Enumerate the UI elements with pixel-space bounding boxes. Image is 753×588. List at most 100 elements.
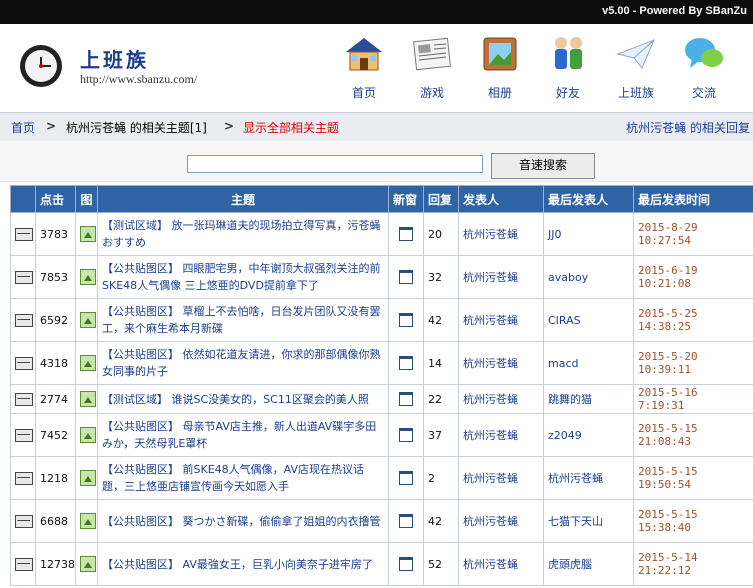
- topic-tag[interactable]: 【公共贴图区】: [102, 348, 179, 361]
- clock-logo-icon[interactable]: [20, 45, 62, 87]
- topic-title-cell[interactable]: 【测试区域】 放一张玛琳道夫的现场拍立得写真，污苍蝇おすすめ: [97, 212, 389, 256]
- last-post-time: 2015-5-16 7:19:31: [633, 384, 753, 414]
- envelope-icon: [15, 428, 33, 442]
- site-header: 上班族 http://www.sbanzu.com/ 首页 游戏 相册 好友 上…: [0, 24, 753, 112]
- author-link[interactable]: 杭州污苍蝇: [458, 298, 544, 342]
- topic-tag[interactable]: 【公共贴图区】: [102, 262, 179, 275]
- table-row: 4318 【公共贴图区】 依然如花道友请进，你求的那部偶像你熟女同事的片子 14 杭州…: [10, 341, 753, 385]
- reply-count: 2: [423, 456, 459, 500]
- new-window-icon[interactable]: [399, 227, 413, 241]
- reply-count: 37: [423, 413, 459, 457]
- last-post-time: 2015-5-15 21:08:43: [633, 413, 753, 457]
- author-link[interactable]: 杭州污苍蝇: [458, 384, 544, 414]
- topic-tag[interactable]: 【公共贴图区】: [102, 305, 179, 318]
- show-all-topics-link[interactable]: 显示全部相关主题: [243, 119, 339, 136]
- topic-tag[interactable]: 【公共贴图区】: [102, 515, 179, 528]
- table-row: 7452 【公共贴图区】 母亲节AV店主推，新人出道AV碟宇多田みか，天然母乳E罩…: [10, 413, 753, 457]
- nav-friends[interactable]: 好友: [538, 34, 598, 101]
- reply-count: 22: [423, 384, 459, 414]
- reply-count: 42: [423, 499, 459, 543]
- last-poster-link[interactable]: 虎頭虎腦: [543, 542, 634, 586]
- topics-table: 点击 图 主题 新窗 回复 发表人 最后发表人 最后发表时间 3783 【测试区域…: [10, 185, 753, 586]
- last-poster-link[interactable]: 跳舞的猫: [543, 384, 634, 414]
- nav-label: 游戏: [419, 86, 444, 100]
- author-link[interactable]: 杭州污苍蝇: [458, 255, 544, 299]
- topic-title-cell[interactable]: 【公共贴图区】 AV最強女王，巨乳小向美奈子进牢房了: [97, 542, 389, 586]
- table-row: 6592 【公共贴图区】 草榴上不去怕啥，日台发片团队又没有罢工，来个麻生希本月新…: [10, 298, 753, 342]
- author-link[interactable]: 杭州污苍蝇: [458, 499, 544, 543]
- author-link[interactable]: 杭州污苍蝇: [458, 542, 544, 586]
- paper-plane-icon: [614, 34, 658, 74]
- breadcrumb-home[interactable]: 首页: [11, 119, 35, 136]
- topic-title[interactable]: AV最強女王，巨乳小向美奈子进牢房了: [183, 558, 373, 571]
- author-link[interactable]: 杭州污苍蝇: [458, 212, 544, 256]
- topic-tag[interactable]: 【测试区域】: [102, 393, 168, 406]
- last-post-time: 2015-6-19 10:21:08: [633, 255, 753, 299]
- author-link[interactable]: 杭州污苍蝇: [458, 341, 544, 385]
- author-link[interactable]: 杭州污苍蝇: [458, 413, 544, 457]
- breadcrumb-current: 杭州污苍蝇 的相关主题[1]: [66, 121, 207, 135]
- topic-tag[interactable]: 【公共贴图区】: [102, 463, 179, 476]
- click-count: 4318: [35, 341, 76, 385]
- house-icon: [342, 34, 386, 74]
- reply-count: 52: [423, 542, 459, 586]
- topic-title-cell[interactable]: 【公共贴图区】 四眼肥宅男，中年谢顶大叔强烈关注的前SKE48人气偶像 三上悠亜…: [97, 255, 389, 299]
- nav-album[interactable]: 相册: [470, 34, 530, 101]
- topic-tag[interactable]: 【测试区域】: [102, 219, 168, 232]
- last-poster-link[interactable]: JJ0: [543, 212, 634, 256]
- topic-title-cell[interactable]: 【公共贴图区】 依然如花道友请进，你求的那部偶像你熟女同事的片子: [97, 341, 389, 385]
- site-name[interactable]: 上班族: [80, 44, 149, 73]
- image-icon: [80, 513, 96, 529]
- breadcrumb-separator: >: [224, 119, 235, 133]
- envelope-icon: [15, 227, 33, 241]
- image-icon: [80, 269, 96, 285]
- topic-tag[interactable]: 【公共贴图区】: [102, 558, 179, 571]
- table-header-row: 点击 图 主题 新窗 回复 发表人 最后发表人 最后发表时间: [10, 185, 753, 213]
- new-window-icon[interactable]: [399, 557, 413, 571]
- table-row: 1218 【公共贴图区】 前SKE48人气偶像，AV店现在热议话题，三上悠亜店铺宣…: [10, 456, 753, 500]
- last-poster-link[interactable]: z2049: [543, 413, 634, 457]
- last-poster-link[interactable]: 七猫下天山: [543, 499, 634, 543]
- new-window-icon[interactable]: [399, 392, 413, 406]
- new-window-icon[interactable]: [399, 514, 413, 528]
- topic-title[interactable]: 谁说SC没美女的，SC11区聚会的美人照: [172, 393, 369, 406]
- new-window-icon[interactable]: [399, 471, 413, 485]
- nav-sbanzu[interactable]: 上班族: [606, 34, 666, 101]
- topic-title[interactable]: 葵つかさ新碟，偷偷拿了姐姐的内衣撸管: [183, 515, 381, 528]
- topic-title-cell[interactable]: 【公共贴图区】 草榴上不去怕啥，日台发片团队又没有罢工，来个麻生希本月新碟: [97, 298, 389, 342]
- image-icon: [80, 391, 96, 407]
- related-replies-link[interactable]: 杭州污苍蝇 的相关回复: [626, 119, 750, 136]
- nav-games[interactable]: 游戏: [402, 34, 462, 101]
- new-window-icon[interactable]: [399, 428, 413, 442]
- reply-count: 32: [423, 255, 459, 299]
- click-count: 6592: [35, 298, 76, 342]
- image-icon: [80, 226, 96, 242]
- topic-title-cell[interactable]: 【公共贴图区】 葵つかさ新碟，偷偷拿了姐姐的内衣撸管: [97, 499, 389, 543]
- table-row: 2774 【测试区域】 谁说SC没美女的，SC11区聚会的美人照 22 杭州污苍蝇 跳舞…: [10, 384, 753, 414]
- search-input[interactable]: [187, 155, 483, 173]
- topic-tag[interactable]: 【公共贴图区】: [102, 420, 179, 433]
- nav-home[interactable]: 首页: [334, 34, 394, 101]
- last-poster-link[interactable]: macd: [543, 341, 634, 385]
- topic-title-cell[interactable]: 【测试区域】 谁说SC没美女的，SC11区聚会的美人照: [97, 384, 389, 414]
- friends-icon: [546, 34, 590, 74]
- topic-title-cell[interactable]: 【公共贴图区】 前SKE48人气偶像，AV店现在热议话题，三上悠亜店铺宣传画今天…: [97, 456, 389, 500]
- column-header: 主题: [97, 185, 389, 213]
- last-poster-link[interactable]: avaboy: [543, 255, 634, 299]
- last-poster-link[interactable]: CIRAS: [543, 298, 634, 342]
- last-post-time: 2015-5-25 14:38:25: [633, 298, 753, 342]
- author-link[interactable]: 杭州污苍蝇: [458, 456, 544, 500]
- click-count: 3783: [35, 212, 76, 256]
- column-header: 新窗: [388, 185, 424, 213]
- envelope-icon: [15, 392, 33, 406]
- envelope-icon: [15, 557, 33, 571]
- search-button[interactable]: 音速搜索: [491, 153, 595, 179]
- nav-chat[interactable]: 交流: [674, 34, 734, 101]
- last-poster-link[interactable]: 杭州污苍蝇: [543, 456, 634, 500]
- table-row: 12738 【公共贴图区】 AV最強女王，巨乳小向美奈子进牢房了 52 杭州污苍蝇 虎頭…: [10, 542, 753, 586]
- new-window-icon[interactable]: [399, 270, 413, 284]
- topic-title-cell[interactable]: 【公共贴图区】 母亲节AV店主推，新人出道AV碟宇多田みか，天然母乳E罩杯: [97, 413, 389, 457]
- new-window-icon[interactable]: [399, 356, 413, 370]
- new-window-icon[interactable]: [399, 313, 413, 327]
- reply-count: 14: [423, 341, 459, 385]
